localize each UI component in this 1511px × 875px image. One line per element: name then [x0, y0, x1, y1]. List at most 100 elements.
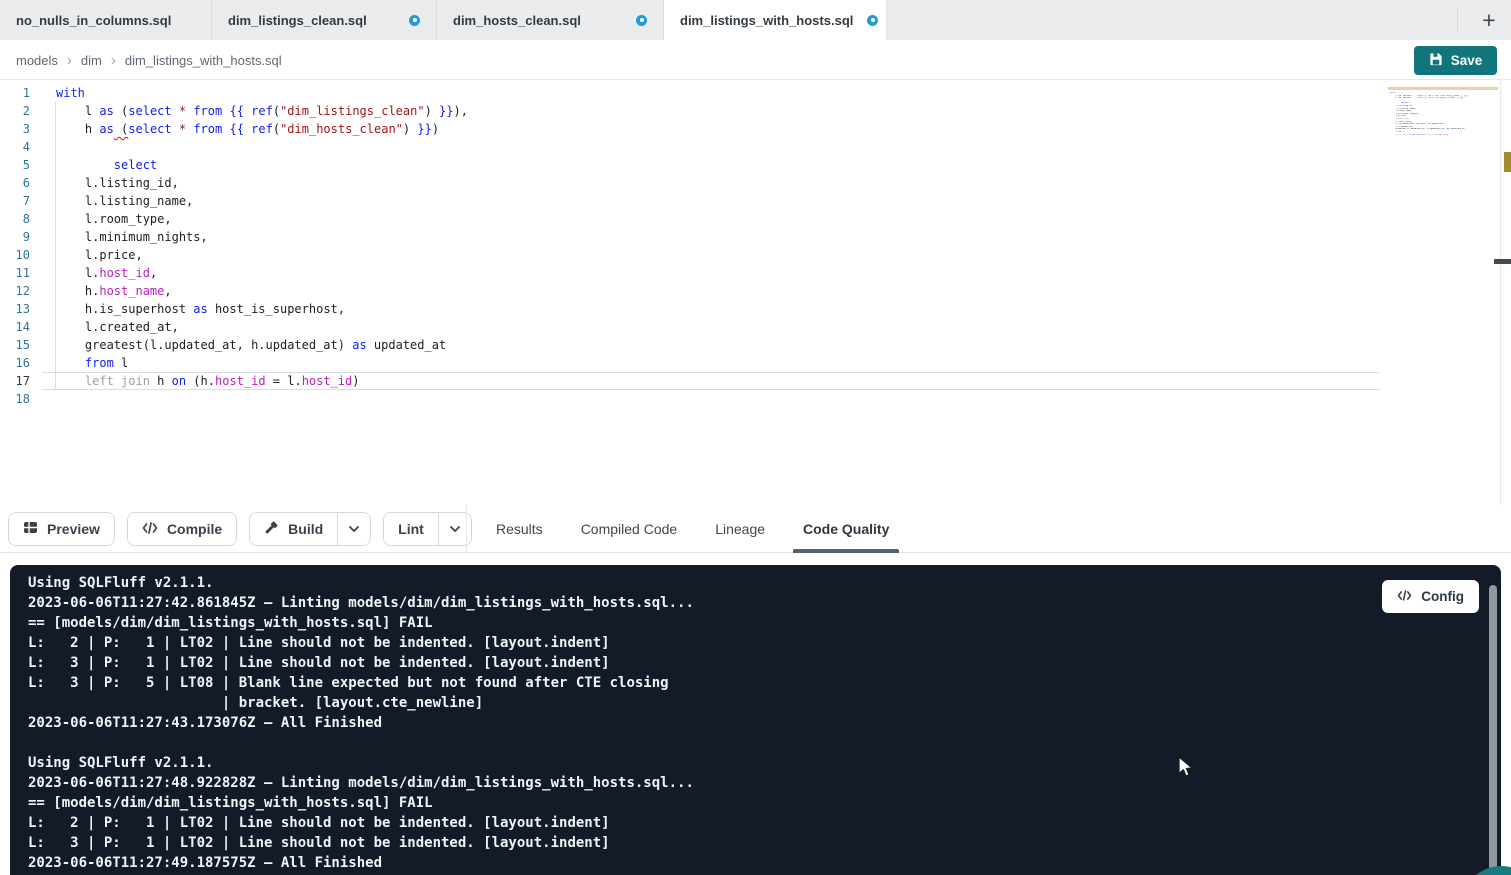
code-token: ), — [453, 104, 467, 118]
build-dropdown-button[interactable] — [337, 513, 370, 545]
breadcrumb-item: models — [16, 53, 58, 68]
file-tab[interactable]: dim_listings_with_hosts.sql — [664, 0, 887, 40]
save-button[interactable]: Save — [1414, 46, 1497, 75]
code-line[interactable]: h as (select * from {{ ref("dim_hosts_cl… — [0, 120, 468, 138]
code-token: host_name — [99, 284, 164, 298]
code-line[interactable]: l as (select * from {{ ref("dim_listings… — [0, 102, 468, 120]
code-token: host_id — [302, 374, 353, 388]
code-line[interactable]: l.room_type, — [0, 210, 468, 228]
code-token: "dim_listings_clean" — [280, 104, 425, 118]
code-editor[interactable]: 123456789101112131415161718 with l as (s… — [0, 80, 1511, 510]
tab-lineage[interactable]: Lineage — [701, 505, 779, 553]
code-token: as — [99, 104, 113, 118]
terminal-scrollbar[interactable] — [1489, 585, 1497, 875]
lint-button-label: Lint — [398, 521, 424, 537]
new-tab-button[interactable]: + — [1477, 8, 1501, 32]
code-line[interactable]: l.host_id, — [0, 264, 468, 282]
code-line[interactable]: select — [0, 156, 468, 174]
table-icon — [23, 520, 38, 538]
code-token: ( — [114, 104, 128, 118]
code-token: select — [128, 104, 171, 118]
unsaved-changes-icon[interactable] — [867, 15, 878, 26]
unsaved-changes-icon[interactable] — [409, 15, 420, 26]
tab-results-label: Results — [496, 521, 543, 537]
code-token: select — [114, 158, 157, 172]
code-token: from — [85, 356, 114, 370]
code-token: host_id — [99, 266, 150, 280]
chevron-down-icon — [348, 521, 360, 536]
code-token: ) — [425, 104, 439, 118]
tab-results[interactable]: Results — [482, 505, 557, 553]
code-token: h. — [56, 284, 99, 298]
code-token: with — [56, 86, 85, 100]
code-line[interactable]: with — [0, 84, 468, 102]
code-token: left join — [85, 374, 150, 388]
code-token: * — [179, 122, 186, 136]
hammer-icon — [264, 520, 279, 538]
editor-tab-bar: no_nulls_in_columns.sqldim_listings_clea… — [0, 0, 1511, 40]
code-token: as — [99, 122, 113, 136]
unsaved-changes-icon[interactable] — [636, 15, 647, 26]
build-button[interactable]: Build — [250, 513, 337, 545]
code-token: from — [193, 104, 222, 118]
code-line[interactable]: l.price, — [0, 246, 468, 264]
minimap[interactable]: with l as (select * from {{ ref("dim_lis… — [1390, 92, 1490, 139]
code-line[interactable]: l.minimum_nights, — [0, 228, 468, 246]
code-line[interactable]: from l — [0, 354, 468, 372]
code-token: left join — [1396, 134, 1408, 136]
code-token: l — [56, 104, 99, 118]
code-line[interactable] — [0, 138, 468, 156]
config-button[interactable]: Config — [1382, 580, 1479, 613]
code-token: l.created_at, — [56, 320, 179, 334]
file-tab-label: dim_hosts_clean.sql — [453, 13, 581, 28]
compile-button[interactable]: Compile — [128, 513, 236, 545]
file-tab[interactable]: no_nulls_in_columns.sql — [0, 0, 212, 40]
code-token: , — [164, 284, 171, 298]
code-token: host_is_superhost, — [1419, 123, 1445, 125]
code-line[interactable]: greatest(l.updated_at, h.updated_at) as … — [0, 336, 468, 354]
preview-button-label: Preview — [47, 521, 100, 537]
lint-button[interactable]: Lint — [384, 513, 438, 545]
preview-button-group: Preview — [8, 512, 115, 546]
code-line[interactable]: l.created_at, — [0, 318, 468, 336]
file-tab[interactable]: dim_listings_clean.sql — [212, 0, 437, 40]
code-line[interactable]: left join h on (h.host_id = l.host_id) — [0, 372, 468, 390]
code-token — [56, 356, 85, 370]
compile-button-group: Compile — [127, 512, 237, 546]
file-tab-label: dim_listings_with_hosts.sql — [680, 13, 853, 28]
editor-scrollbar-track[interactable] — [1500, 80, 1501, 510]
code-token: ) — [403, 122, 417, 136]
code-token: ( — [273, 104, 280, 118]
preview-button[interactable]: Preview — [9, 513, 114, 545]
toolbar-divider — [466, 505, 467, 553]
code-token: on — [172, 374, 186, 388]
code-token: l.minimum_nights, — [56, 230, 208, 244]
file-tab[interactable]: dim_hosts_clean.sql — [437, 0, 664, 40]
code-token: l.room_type, — [56, 212, 172, 226]
code-line[interactable]: l.listing_id, — [0, 174, 468, 192]
minimap-highlight — [1388, 87, 1498, 90]
code-token: ( — [273, 122, 280, 136]
code-token: select — [128, 122, 171, 136]
tab-code-quality[interactable]: Code Quality — [789, 505, 903, 553]
code-token: ), — [1466, 95, 1469, 97]
code-token: host_id — [215, 374, 266, 388]
code-token: host_id — [1420, 134, 1430, 136]
code-line[interactable]: h.is_superhost as host_is_superhost, — [0, 300, 468, 318]
code-line[interactable]: l.listing_name, — [0, 192, 468, 210]
code-token: ref — [251, 104, 273, 118]
tab-compiled-code[interactable]: Compiled Code — [567, 505, 692, 553]
code-token — [56, 158, 114, 172]
overview-ruler-warning-mark — [1504, 152, 1511, 172]
code-content[interactable]: with l as (select * from {{ ref("dim_lis… — [0, 84, 468, 408]
code-token: h — [150, 374, 172, 388]
code-token: {{ — [229, 104, 243, 118]
code-token: ( — [114, 122, 128, 136]
code-token: h — [56, 122, 99, 136]
code-token: }} — [417, 122, 431, 136]
code-line[interactable] — [0, 390, 468, 408]
breadcrumb-item: dim — [81, 53, 102, 68]
code-line[interactable]: h.host_name, — [0, 282, 468, 300]
code-token: l.price, — [56, 248, 143, 262]
code-token — [172, 104, 179, 118]
